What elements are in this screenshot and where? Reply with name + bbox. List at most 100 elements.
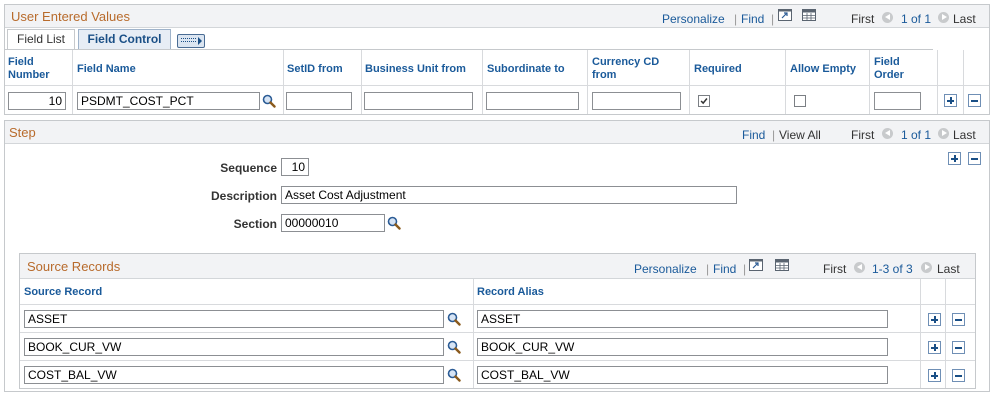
delete-row-button[interactable] xyxy=(968,94,981,107)
download-grid-icon[interactable] xyxy=(802,9,816,21)
tab-field-list[interactable]: Field List xyxy=(7,29,75,49)
col-field-order: Field Order xyxy=(874,56,904,81)
col-divider xyxy=(869,50,870,114)
record-alias-input[interactable]: ASSET xyxy=(477,310,888,328)
col-divider xyxy=(963,50,964,114)
tab-baseline xyxy=(5,49,933,50)
add-step-button[interactable] xyxy=(948,152,961,165)
section-lookup-icon[interactable] xyxy=(387,216,401,230)
col-field-number: Field Number xyxy=(8,56,50,81)
source-record-lookup-icon[interactable] xyxy=(447,340,461,354)
header-divider xyxy=(20,304,975,305)
col-setid-from: SetID from xyxy=(287,63,343,75)
source-records-title: Source Records xyxy=(27,259,121,274)
row-count: 1 of 1 xyxy=(901,12,932,26)
previous-arrow-icon[interactable] xyxy=(854,262,865,273)
col-subordinate-to: Subordinate to xyxy=(487,63,565,75)
step-find-link[interactable]: Find xyxy=(742,128,765,142)
source-record-input[interactable]: COST_BAL_VW xyxy=(24,366,444,384)
source-record-lookup-icon[interactable] xyxy=(447,312,461,326)
nav-separator: | xyxy=(706,262,710,276)
zoom-view-icon[interactable] xyxy=(778,9,792,21)
source-record-lookup-icon[interactable] xyxy=(447,368,461,382)
currency-cd-from-input[interactable] xyxy=(592,92,681,110)
first-label: First xyxy=(823,262,847,276)
user-entered-values-grid: User Entered Values Personalize | Find |… xyxy=(4,4,990,115)
nav-separator: | xyxy=(734,12,738,26)
description-input[interactable]: Asset Cost Adjustment xyxy=(281,186,737,204)
step-header xyxy=(5,121,989,144)
add-row-button[interactable] xyxy=(928,313,941,326)
subordinate-to-input[interactable] xyxy=(486,92,579,110)
section-label: Section xyxy=(233,217,277,231)
next-arrow-icon[interactable] xyxy=(921,262,932,273)
section-input[interactable]: 00000010 xyxy=(281,214,385,232)
col-source-record: Source Record xyxy=(24,286,103,298)
step-scroll-area: Step Find | View All First 1 of 1 Last S… xyxy=(4,120,990,392)
field-name-lookup-icon[interactable] xyxy=(262,94,276,108)
col-divider xyxy=(920,279,921,388)
record-alias-input[interactable]: BOOK_CUR_VW xyxy=(477,338,888,356)
col-divider xyxy=(587,50,588,114)
delete-row-button[interactable] xyxy=(952,313,965,326)
tab-label: Field Control xyxy=(87,32,162,46)
delete-row-button[interactable] xyxy=(952,369,965,382)
col-divider xyxy=(945,279,946,388)
field-number-input[interactable]: 10 xyxy=(8,92,66,110)
last-label: Last xyxy=(953,12,976,26)
col-allow-empty: Allow Empty xyxy=(790,63,857,75)
header-divider xyxy=(5,85,989,86)
step-count: 1 of 1 xyxy=(901,128,932,142)
zoom-view-icon[interactable] xyxy=(749,259,763,271)
required-checkbox[interactable] xyxy=(698,95,710,107)
field-order-input[interactable] xyxy=(874,92,921,110)
previous-arrow-icon[interactable] xyxy=(882,12,893,23)
find-link[interactable]: Find xyxy=(741,12,764,26)
sequence-label: Sequence xyxy=(220,161,277,175)
nav-separator: | xyxy=(743,262,747,276)
source-record-input[interactable]: BOOK_CUR_VW xyxy=(24,338,444,356)
col-divider xyxy=(72,50,73,114)
col-divider xyxy=(361,50,362,114)
add-row-button[interactable] xyxy=(928,369,941,382)
col-field-name: Field Name xyxy=(77,63,136,75)
personalize-link[interactable]: Personalize xyxy=(634,262,697,276)
grid-title: User Entered Values xyxy=(11,9,130,24)
delete-step-button[interactable] xyxy=(968,152,981,165)
business-unit-from-input[interactable] xyxy=(364,92,473,110)
grid-header xyxy=(5,5,989,28)
row-divider xyxy=(20,332,975,333)
tab-field-control[interactable]: Field Control xyxy=(78,29,171,49)
nav-separator: | xyxy=(771,12,775,26)
description-label: Description xyxy=(210,189,277,203)
download-grid-icon[interactable] xyxy=(775,259,789,271)
col-divider xyxy=(283,50,284,114)
view-all-link[interactable]: View All xyxy=(779,128,821,142)
setid-from-input[interactable] xyxy=(286,92,352,110)
record-alias-input[interactable]: COST_BAL_VW xyxy=(477,366,888,384)
row-divider xyxy=(20,360,975,361)
field-name-input[interactable]: PSDMT_COST_PCT xyxy=(77,92,260,110)
first-label: First xyxy=(851,128,875,142)
col-business-unit-from: Business Unit from xyxy=(365,63,466,75)
source-record-input[interactable]: ASSET xyxy=(24,310,444,328)
add-row-button[interactable] xyxy=(928,341,941,354)
next-arrow-icon[interactable] xyxy=(938,12,949,23)
next-arrow-icon[interactable] xyxy=(938,128,949,139)
allow-empty-checkbox[interactable] xyxy=(794,95,806,107)
show-all-columns-icon[interactable] xyxy=(177,34,205,48)
tab-label: Field List xyxy=(16,32,66,46)
sequence-input[interactable]: 10 xyxy=(281,158,309,176)
personalize-link[interactable]: Personalize xyxy=(662,12,725,26)
find-link[interactable]: Find xyxy=(713,262,736,276)
last-label: Last xyxy=(937,262,960,276)
delete-row-button[interactable] xyxy=(952,341,965,354)
col-divider xyxy=(473,279,474,388)
col-record-alias: Record Alias xyxy=(477,286,544,298)
col-divider xyxy=(689,50,690,114)
previous-arrow-icon[interactable] xyxy=(882,128,893,139)
add-row-button[interactable] xyxy=(944,94,957,107)
first-label: First xyxy=(851,12,875,26)
source-records-count: 1-3 of 3 xyxy=(872,262,913,276)
col-currency-cd-from: Currency CD from xyxy=(592,56,660,81)
